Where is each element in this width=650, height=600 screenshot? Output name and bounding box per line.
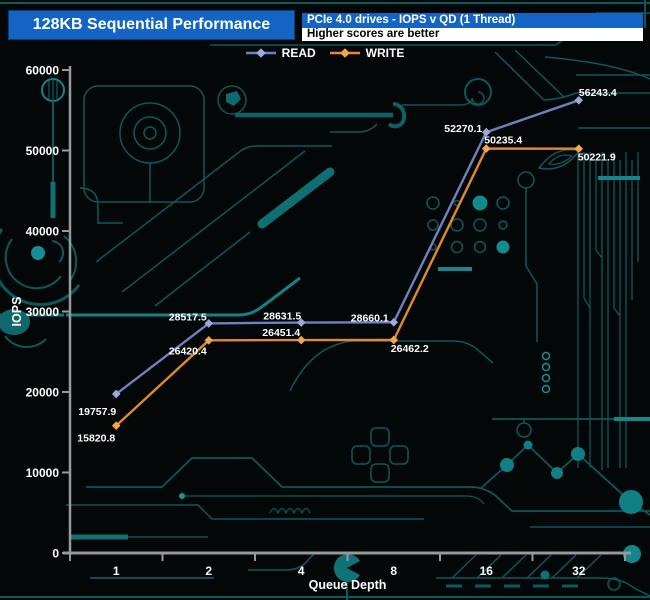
- data-label-read: 28517.5: [169, 311, 207, 323]
- data-label-write: 50221.9: [578, 152, 616, 164]
- y-tick-label: 60000: [26, 64, 60, 78]
- data-label-write: 26462.2: [391, 343, 429, 355]
- data-label-write: 26451.4: [262, 327, 300, 339]
- data-label-write: 15820.8: [77, 433, 115, 445]
- x-tick-label: 16: [480, 564, 494, 578]
- x-axis-title: Queue Depth: [309, 578, 387, 592]
- y-tick-label: 40000: [26, 225, 60, 239]
- data-label-read: 52270.1: [444, 123, 482, 135]
- data-label-read: 28660.1: [351, 312, 389, 324]
- y-tick-label: 0: [52, 547, 59, 561]
- y-axis-title: IOPS: [10, 297, 24, 327]
- x-tick-label: 1: [113, 564, 120, 578]
- y-tick-label: 20000: [26, 386, 60, 400]
- chart-plot: 0 10000 20000 30000 40000 50000 60000 1 2 4 8 16 32 Q…: [10, 64, 631, 592]
- marker-read: [389, 317, 399, 327]
- data-label-read: 56243.4: [579, 87, 617, 99]
- x-tick-label: 2: [205, 564, 212, 578]
- data-label-read: 19757.9: [78, 406, 116, 418]
- series-line-write: [115, 147, 579, 427]
- y-tick-label: 10000: [26, 466, 60, 480]
- x-tick-label: 8: [390, 564, 397, 578]
- x-tick-label: 4: [298, 564, 305, 578]
- y-tick-label: 30000: [26, 305, 60, 319]
- data-label-write: 26420.4: [169, 345, 207, 357]
- y-tick-label: 50000: [26, 144, 60, 158]
- x-tick-label: 32: [572, 564, 586, 578]
- performance-chart: 128KB Sequential Performance PCIe 4.0 dr…: [0, 0, 650, 600]
- data-label-write: 50235.4: [484, 135, 522, 147]
- data-label-read: 28631.5: [263, 311, 301, 323]
